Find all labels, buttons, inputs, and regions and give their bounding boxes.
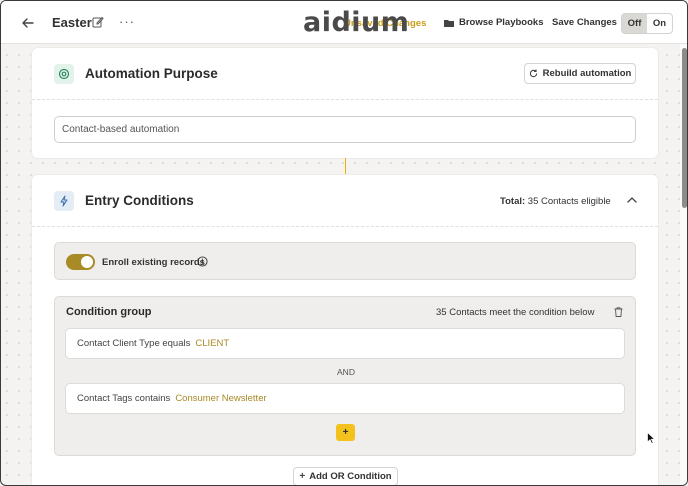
condition-value: Consumer Newsletter	[175, 393, 267, 404]
condition-row[interactable]: Contact Client Type equals CLIENT	[65, 328, 625, 359]
divider	[32, 99, 658, 100]
rebuild-automation-label: Rebuild automation	[542, 68, 632, 79]
condition-text: Contact Client Type equals	[77, 338, 191, 349]
total-value: 35 Contacts eligible	[527, 196, 611, 207]
target-icon	[58, 68, 70, 80]
flow-connector	[345, 158, 346, 175]
entry-conditions-card: Entry Conditions Total: 35 Contacts elig…	[32, 175, 658, 485]
toggle-knob	[81, 256, 93, 268]
toggle-on-button[interactable]: On	[647, 14, 672, 33]
app-window: Easter ··· Unsaved Changes aidium Browse…	[0, 0, 688, 486]
off-on-toggle: Off On	[621, 13, 673, 34]
top-bar: Easter ··· Unsaved Changes aidium Browse…	[1, 1, 687, 44]
refresh-icon	[529, 69, 537, 78]
add-or-condition-label: Add OR Condition	[309, 471, 392, 482]
rebuild-automation-button[interactable]: Rebuild automation	[524, 63, 636, 84]
and-joiner: AND	[337, 367, 355, 377]
save-changes-button[interactable]: Save Changes	[552, 17, 617, 28]
entry-section-icon	[54, 191, 74, 211]
condition-group-count: 35 Contacts meet the condition below	[436, 307, 595, 318]
automation-purpose-input[interactable]	[54, 116, 636, 143]
browse-playbooks-button[interactable]: Browse Playbooks	[444, 17, 543, 28]
browse-playbooks-label: Browse Playbooks	[459, 17, 544, 28]
toggle-off-button[interactable]: Off	[622, 14, 647, 33]
total-label: Total:	[500, 196, 526, 207]
trash-icon[interactable]	[614, 307, 623, 317]
chevron-up-icon[interactable]	[626, 195, 638, 205]
enroll-existing-toggle[interactable]	[66, 254, 95, 270]
aidium-logo: aidium	[303, 7, 410, 38]
lightning-icon	[60, 195, 68, 207]
scrollbar-thumb[interactable]	[682, 48, 687, 208]
edit-pencil-icon[interactable]	[92, 16, 104, 28]
folder-icon	[444, 19, 454, 27]
mouse-cursor-icon	[647, 432, 656, 444]
divider	[32, 226, 658, 227]
condition-row[interactable]: Contact Tags contains Consumer Newslette…	[65, 383, 625, 414]
purpose-section-icon	[54, 64, 74, 84]
scrollbar[interactable]	[680, 44, 687, 485]
enroll-existing-records-box: Enroll existing records	[54, 242, 636, 280]
condition-text: Contact Tags contains	[77, 393, 171, 404]
add-or-condition-button[interactable]: + Add OR Condition	[293, 467, 398, 485]
info-icon[interactable]	[197, 256, 208, 267]
more-options-icon[interactable]: ···	[119, 14, 135, 29]
condition-group: Condition group 35 Contacts meet the con…	[54, 296, 636, 456]
add-condition-button[interactable]: +	[336, 424, 355, 441]
enroll-existing-label: Enroll existing records	[102, 257, 205, 268]
condition-value: CLIENT	[195, 338, 230, 349]
purpose-title: Automation Purpose	[85, 66, 218, 81]
automation-title: Easter	[52, 15, 92, 30]
back-arrow-icon[interactable]	[20, 15, 36, 31]
entry-conditions-title: Entry Conditions	[85, 193, 194, 208]
plus-icon: +	[299, 471, 306, 482]
total-eligible: Total: 35 Contacts eligible	[500, 196, 611, 207]
condition-group-title: Condition group	[66, 306, 152, 318]
automation-purpose-card: Automation Purpose Rebuild automation	[32, 48, 658, 158]
